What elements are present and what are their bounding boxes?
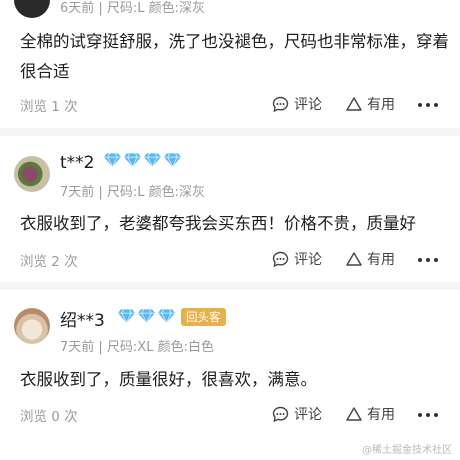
view-count: 浏览 2 次 <box>20 254 78 270</box>
triangle-icon <box>346 97 362 111</box>
view-count: 浏览 0 次 <box>20 409 78 425</box>
username[interactable]: t**2 <box>60 153 94 173</box>
watermark: @稀土掘金技术社区 <box>362 445 452 456</box>
more-dots-icon[interactable] <box>418 252 438 268</box>
more-dots-icon[interactable] <box>418 407 438 423</box>
useful-button[interactable]: 有用 <box>346 404 395 424</box>
comment-button[interactable]: 评论 <box>272 404 322 424</box>
review-text: 衣服收到了，老婆都夸我会买东西！价格不贵，质量好 <box>20 214 416 233</box>
repeat-customer-badge: 回头客 <box>181 308 226 326</box>
comment-label: 评论 <box>294 97 322 113</box>
comment-label: 评论 <box>294 252 322 268</box>
diamond-icon <box>137 309 156 324</box>
chat-bubble-icon <box>272 251 289 267</box>
divider <box>0 282 460 290</box>
diamond-icon <box>163 153 182 168</box>
level-badge <box>103 152 182 168</box>
review-meta: 6天前 | 尺码:L 颜色:深灰 <box>60 1 206 16</box>
review-item: 绍**3 回头客 7天前 | 尺码:XL 颜色:白色 衣服收到了，质量很好，很喜… <box>0 290 460 440</box>
level-badge <box>117 308 176 324</box>
review-item: t**2 7天前 | 尺码:L 颜色:深灰 衣服收到了，老婆都夸我会买东西！价格… <box>0 136 460 284</box>
useful-label: 有用 <box>367 97 395 113</box>
avatar[interactable] <box>14 0 50 18</box>
useful-label: 有用 <box>367 407 395 423</box>
triangle-icon <box>346 407 362 421</box>
chat-bubble-icon <box>272 406 289 422</box>
diamond-icon <box>157 309 176 324</box>
comment-button[interactable]: 评论 <box>272 94 322 114</box>
useful-button[interactable]: 有用 <box>346 249 395 269</box>
diamond-icon <box>143 153 162 168</box>
view-count: 浏览 1 次 <box>20 99 78 115</box>
avatar[interactable] <box>14 156 50 192</box>
review-meta: 7天前 | 尺码:L 颜色:深灰 <box>60 185 206 200</box>
review-meta: 7天前 | 尺码:XL 颜色:白色 <box>60 340 214 355</box>
more-dots-icon[interactable] <box>418 97 438 113</box>
comment-label: 评论 <box>294 407 322 423</box>
username[interactable]: 绍**3 <box>60 306 105 331</box>
comment-button[interactable]: 评论 <box>272 249 322 269</box>
review-text: 全棉的试穿挺舒服，洗了也没褪色，尺码也非常标准，穿着很合适 <box>20 32 449 81</box>
useful-button[interactable]: 有用 <box>346 94 395 114</box>
useful-label: 有用 <box>367 252 395 268</box>
diamond-icon <box>103 153 122 168</box>
diamond-icon <box>117 309 136 324</box>
avatar[interactable] <box>14 308 50 344</box>
diamond-icon <box>123 153 142 168</box>
review-item: 6天前 | 尺码:L 颜色:深灰 全棉的试穿挺舒服，洗了也没褪色，尺码也非常标准… <box>0 0 460 148</box>
divider <box>0 128 460 136</box>
triangle-icon <box>346 252 362 266</box>
review-text: 衣服收到了，质量很好，很喜欢，满意。 <box>20 370 317 389</box>
chat-bubble-icon <box>272 96 289 112</box>
